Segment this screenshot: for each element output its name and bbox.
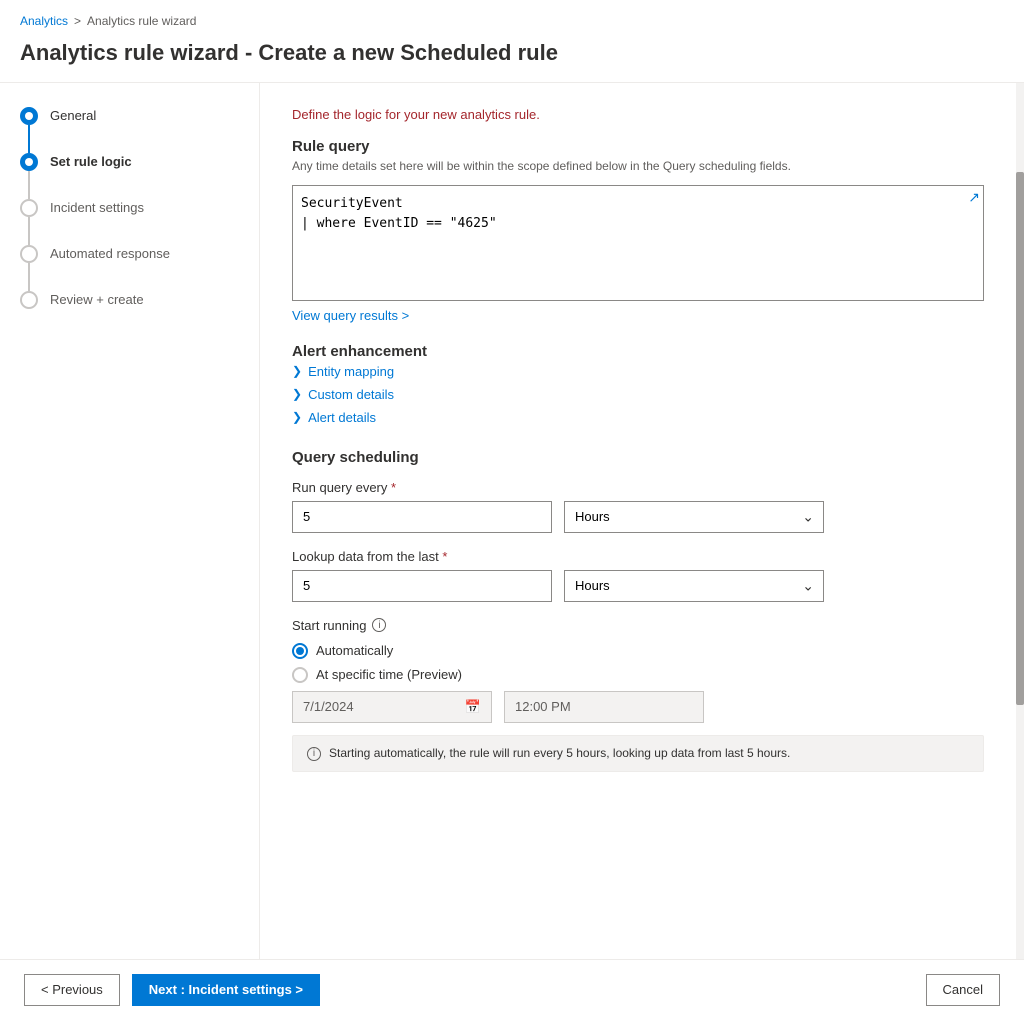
step-general[interactable]: General bbox=[20, 107, 239, 153]
run-query-unit-wrapper: Minutes Hours Days bbox=[564, 501, 824, 533]
custom-details-item[interactable]: ❯ Custom details bbox=[292, 387, 984, 402]
step-label-rule-logic: Set rule logic bbox=[50, 153, 132, 195]
lookup-inputs: Minutes Hours Days bbox=[292, 570, 984, 602]
run-query-label: Run query every * bbox=[292, 480, 984, 495]
start-running-label: Start running i bbox=[292, 618, 984, 633]
lookup-required: * bbox=[442, 549, 447, 564]
step-label-general: General bbox=[50, 107, 96, 149]
calendar-icon: 📅 bbox=[465, 699, 481, 715]
intro-text: Define the logic for your new analytics … bbox=[292, 107, 984, 122]
query-editor-wrapper: SecurityEvent | where EventID == "4625" … bbox=[292, 185, 984, 304]
radio-automatically[interactable]: Automatically bbox=[292, 643, 984, 659]
rule-query-section: Rule query Any time details set here wil… bbox=[292, 138, 984, 343]
query-scheduling-title: Query scheduling bbox=[292, 449, 984, 466]
run-query-inputs: Minutes Hours Days bbox=[292, 501, 984, 533]
step-automated-response[interactable]: Automated response bbox=[20, 245, 239, 291]
step-circle-review bbox=[20, 291, 38, 309]
chevron-right-icon: ❯ bbox=[292, 364, 302, 378]
breadcrumb-current: Analytics rule wizard bbox=[87, 14, 196, 28]
step-review-create[interactable]: Review + create bbox=[20, 291, 239, 333]
alert-details-item[interactable]: ❯ Alert details bbox=[292, 410, 984, 425]
info-box: i Starting automatically, the rule will … bbox=[292, 735, 984, 772]
view-query-results-link[interactable]: View query results > bbox=[292, 308, 409, 323]
page-title: Analytics rule wizard - Create a new Sch… bbox=[0, 32, 1024, 83]
date-input[interactable]: 7/1/2024 📅 bbox=[292, 691, 492, 723]
step-label-incident: Incident settings bbox=[50, 199, 144, 241]
entity-mapping-label: Entity mapping bbox=[308, 364, 394, 379]
step-label-auto-response: Automated response bbox=[50, 245, 170, 287]
step-circle-rule-logic bbox=[20, 153, 38, 171]
lookup-unit-select[interactable]: Minutes Hours Days bbox=[564, 570, 824, 602]
content-area: Define the logic for your new analytics … bbox=[260, 83, 1016, 972]
run-query-required: * bbox=[391, 480, 396, 495]
run-query-unit-select[interactable]: Minutes Hours Days bbox=[564, 501, 824, 533]
query-editor[interactable]: SecurityEvent | where EventID == "4625" bbox=[292, 185, 984, 301]
run-query-input[interactable] bbox=[292, 501, 552, 533]
info-message: Starting automatically, the rule will ru… bbox=[329, 746, 790, 760]
wizard-sidebar: General Set rule logic Incident settings bbox=[0, 83, 260, 972]
step-line-1 bbox=[28, 125, 30, 153]
breadcrumb-separator: > bbox=[74, 14, 81, 28]
radio-circle-auto bbox=[292, 643, 308, 659]
wizard-footer: < Previous Next : Incident settings > Ca… bbox=[0, 959, 1024, 1019]
query-scheduling-section: Query scheduling Run query every * Minut… bbox=[292, 449, 984, 772]
alert-enhancement-title: Alert enhancement bbox=[292, 343, 984, 360]
radio-auto-label: Automatically bbox=[316, 643, 393, 658]
right-scrollbar bbox=[1016, 83, 1024, 972]
chevron-right-icon-2: ❯ bbox=[292, 387, 302, 401]
rule-query-subtitle: Any time details set here will be within… bbox=[292, 159, 984, 173]
next-button[interactable]: Next : Incident settings > bbox=[132, 974, 320, 1006]
datetime-row: 7/1/2024 📅 12:00 PM bbox=[292, 691, 984, 723]
lookup-input[interactable] bbox=[292, 570, 552, 602]
time-input[interactable]: 12:00 PM bbox=[504, 691, 704, 723]
alert-details-label: Alert details bbox=[308, 410, 376, 425]
date-value: 7/1/2024 bbox=[303, 699, 354, 714]
step-circle-general bbox=[20, 107, 38, 125]
entity-mapping-item[interactable]: ❯ Entity mapping bbox=[292, 364, 984, 379]
step-line-2 bbox=[28, 171, 30, 199]
radio-specific-time[interactable]: At specific time (Preview) bbox=[292, 667, 984, 683]
time-value: 12:00 PM bbox=[515, 699, 571, 714]
radio-circle-specific bbox=[292, 667, 308, 683]
lookup-label: Lookup data from the last * bbox=[292, 549, 984, 564]
step-line-4 bbox=[28, 263, 30, 291]
step-circle-auto-response bbox=[20, 245, 38, 263]
chevron-right-icon-3: ❯ bbox=[292, 410, 302, 424]
cancel-button[interactable]: Cancel bbox=[926, 974, 1000, 1006]
expand-icon[interactable]: ↗ bbox=[968, 189, 980, 206]
step-set-rule-logic[interactable]: Set rule logic bbox=[20, 153, 239, 199]
previous-button[interactable]: < Previous bbox=[24, 974, 120, 1006]
start-running-info-icon[interactable]: i bbox=[372, 618, 386, 632]
scrollbar-thumb bbox=[1016, 172, 1024, 705]
info-box-icon: i bbox=[307, 747, 321, 761]
custom-details-label: Custom details bbox=[308, 387, 394, 402]
step-label-review: Review + create bbox=[50, 291, 144, 333]
step-incident-settings[interactable]: Incident settings bbox=[20, 199, 239, 245]
alert-enhancement-section: Alert enhancement ❯ Entity mapping ❯ Cus… bbox=[292, 343, 984, 425]
lookup-unit-wrapper: Minutes Hours Days bbox=[564, 570, 824, 602]
radio-specific-label: At specific time (Preview) bbox=[316, 667, 462, 682]
breadcrumb: Analytics > Analytics rule wizard bbox=[0, 0, 1024, 32]
step-line-3 bbox=[28, 217, 30, 245]
step-circle-incident bbox=[20, 199, 38, 217]
rule-query-title: Rule query bbox=[292, 138, 984, 155]
breadcrumb-analytics[interactable]: Analytics bbox=[20, 14, 68, 28]
